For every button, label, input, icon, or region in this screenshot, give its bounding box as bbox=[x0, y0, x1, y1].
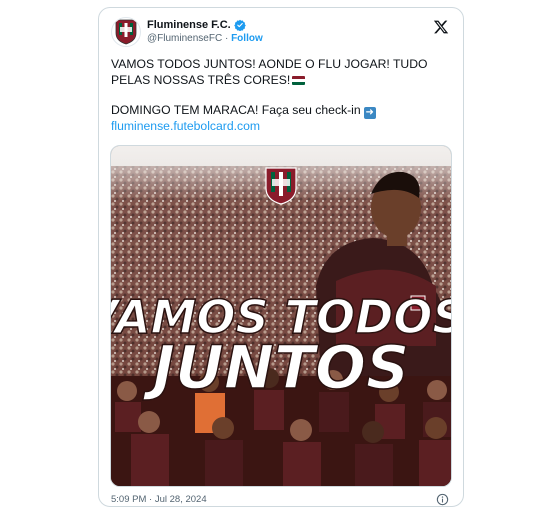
separator: · bbox=[224, 33, 229, 44]
image-headline-line-2: JUNTOS bbox=[143, 333, 409, 403]
handle-row: @FluminenseFC · Follow bbox=[147, 33, 263, 44]
footer-separator: · bbox=[149, 494, 153, 505]
post-date[interactable]: Jul 28, 2024 bbox=[155, 494, 207, 505]
account-names: Fluminense F.C. @FluminenseFC · Follow bbox=[147, 19, 263, 44]
post-text-line-3-wrap: DOMINGO TEM MARACA! Faça seu check-in ➜ bbox=[111, 103, 451, 119]
post-footer: 5:09 PM · Jul 28, 2024 bbox=[111, 493, 451, 508]
handle[interactable]: @FluminenseFC bbox=[147, 33, 222, 44]
verified-badge-icon bbox=[233, 19, 246, 31]
fluminense-crest-icon bbox=[115, 19, 137, 45]
x-logo-icon[interactable] bbox=[433, 19, 449, 35]
post-text: VAMOS TODOS JUNTOS! AONDE O FLU JOGAR! T… bbox=[111, 57, 451, 135]
post-text-line-2-wrap: PELAS NOSSAS TRÊS CORES! bbox=[111, 73, 451, 89]
info-icon[interactable] bbox=[436, 493, 449, 506]
post-time[interactable]: 5:09 PM bbox=[111, 494, 146, 505]
follow-button[interactable]: Follow bbox=[231, 33, 263, 44]
post-header: Fluminense F.C. @FluminenseFC · Follow bbox=[111, 17, 451, 57]
right-arrow-icon: ➜ bbox=[363, 107, 376, 119]
fluminense-crest-icon bbox=[265, 167, 297, 205]
post-text-line-3: DOMINGO TEM MARACA! Faça seu check-in bbox=[111, 103, 361, 117]
embedded-post-card[interactable]: Fluminense F.C. @FluminenseFC · Follow V… bbox=[98, 7, 464, 507]
hungary-flag-icon bbox=[292, 75, 306, 85]
post-text-line-2: PELAS NOSSAS TRÊS CORES! bbox=[111, 72, 291, 87]
post-link[interactable]: fluminense.futebolcard.com bbox=[111, 119, 451, 135]
display-name[interactable]: Fluminense F.C. bbox=[147, 19, 231, 31]
post-image[interactable]: VAMOS TODOS JUNTOS bbox=[110, 145, 452, 487]
avatar[interactable] bbox=[111, 17, 141, 47]
post-text-line-1: VAMOS TODOS JUNTOS! AONDE O FLU JOGAR! T… bbox=[111, 57, 428, 71]
